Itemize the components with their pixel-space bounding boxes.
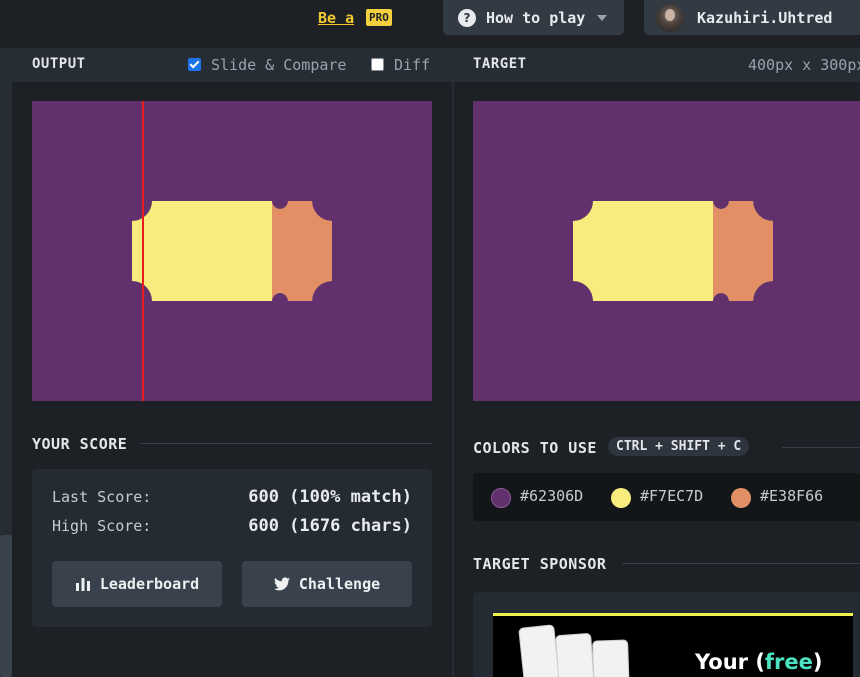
pro-badge[interactable]: PRO bbox=[366, 9, 392, 26]
challenge-label: Challenge bbox=[298, 575, 381, 593]
score-panel: Last Score: 600 (100% match) High Score:… bbox=[32, 469, 432, 627]
color-hex[interactable]: #62306D bbox=[520, 487, 583, 505]
question-icon: ? bbox=[458, 8, 476, 27]
phone-image bbox=[555, 632, 595, 677]
divider bbox=[782, 447, 860, 448]
sponsor-title: TARGET SPONSOR bbox=[473, 555, 607, 573]
user-menu-button[interactable]: Kazuhiri.Uhtred bbox=[644, 0, 860, 35]
phone-image bbox=[592, 639, 630, 677]
phone-image bbox=[518, 624, 560, 677]
target-dimensions: 400px x 300px bbox=[748, 56, 860, 74]
twitter-icon bbox=[273, 577, 290, 591]
target-ticket-shape bbox=[573, 201, 773, 301]
bar-chart-icon bbox=[75, 578, 90, 591]
how-to-play-button[interactable]: ? How to play bbox=[443, 0, 624, 35]
divider bbox=[140, 443, 432, 444]
be-pro-link[interactable]: Be a bbox=[318, 9, 354, 27]
color-hex[interactable]: #E38F66 bbox=[760, 487, 823, 505]
leaderboard-label: Leaderboard bbox=[99, 575, 200, 593]
target-title: TARGET bbox=[473, 56, 527, 72]
diff-label[interactable]: Diff bbox=[394, 56, 430, 74]
colors-title: COLORS TO USE bbox=[473, 439, 597, 457]
challenge-button[interactable]: Challenge bbox=[242, 561, 412, 607]
last-score-label: Last Score: bbox=[52, 488, 152, 506]
slide-compare-checkbox[interactable] bbox=[188, 58, 201, 71]
sponsor-panel: Your (free) bbox=[473, 592, 860, 677]
how-to-play-label: How to play bbox=[486, 8, 586, 27]
output-ticket-shape bbox=[132, 201, 332, 301]
compare-slider-line[interactable] bbox=[142, 101, 144, 401]
last-score-value: 600 (100% match) bbox=[248, 487, 412, 507]
divider bbox=[622, 563, 860, 564]
scrollbar-thumb[interactable] bbox=[0, 535, 12, 677]
sponsor-ad[interactable]: Your (free) bbox=[493, 613, 853, 677]
high-score-label: High Score: bbox=[52, 517, 152, 535]
high-score-value: 600 (1676 chars) bbox=[248, 516, 412, 536]
diff-checkbox[interactable] bbox=[371, 58, 384, 71]
colors-panel: #62306D #F7EC7D #E38F66 bbox=[473, 473, 860, 521]
target-canvas bbox=[473, 101, 860, 401]
output-title: OUTPUT bbox=[32, 56, 86, 72]
column-divider bbox=[452, 82, 454, 677]
your-score-title: YOUR SCORE bbox=[32, 435, 128, 453]
top-nav: Be a PRO ? How to play Kazuhiri.Uhtred bbox=[0, 0, 860, 48]
shortcut-badge: CTRL + SHIFT + C bbox=[608, 437, 750, 456]
avatar bbox=[656, 3, 684, 32]
chevron-down-icon bbox=[597, 14, 608, 21]
output-canvas[interactable] bbox=[32, 101, 432, 401]
slide-compare-label[interactable]: Slide & Compare bbox=[211, 56, 346, 74]
color-swatch[interactable] bbox=[491, 488, 511, 508]
sponsor-headline: Your (free) bbox=[695, 650, 823, 674]
color-swatch[interactable] bbox=[731, 488, 751, 508]
leaderboard-button[interactable]: Leaderboard bbox=[52, 561, 222, 607]
username: Kazuhiri.Uhtred bbox=[697, 8, 833, 27]
color-hex[interactable]: #F7EC7D bbox=[640, 487, 703, 505]
color-swatch[interactable] bbox=[611, 488, 631, 508]
